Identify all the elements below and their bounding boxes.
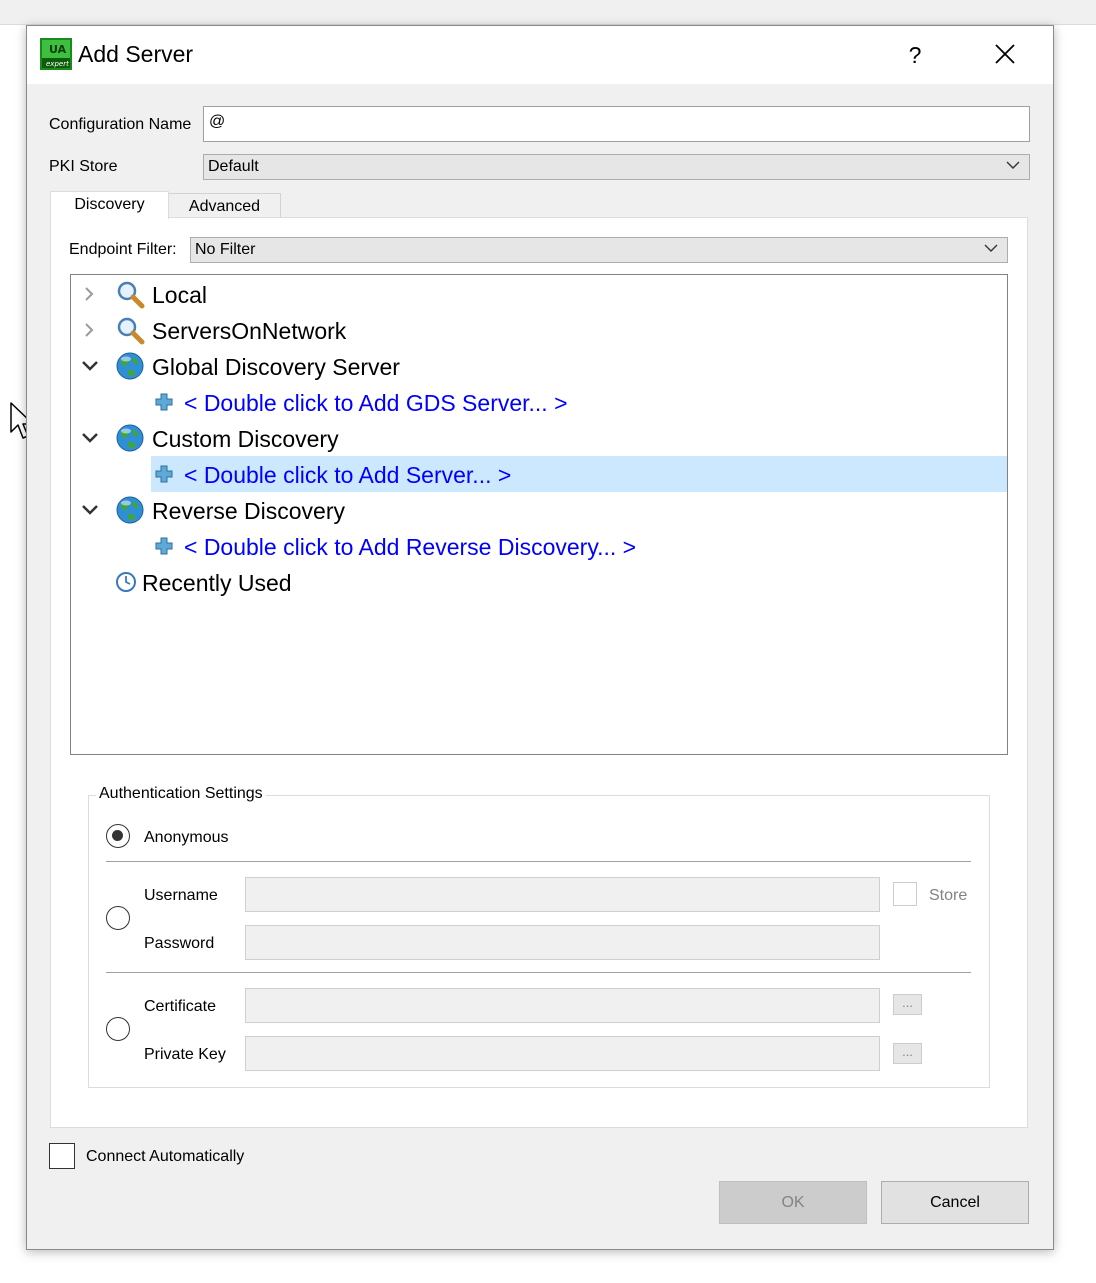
tree-item-recently-used[interactable]: Recently Used (71, 564, 1007, 600)
tree-item-servers-on-network[interactable]: ServersOnNetwork (71, 312, 1007, 348)
certificate-radio[interactable] (106, 1017, 130, 1041)
tab-discovery[interactable]: Discovery (50, 191, 169, 219)
tree-item-label: Recently Used (142, 570, 292, 596)
tree-item-label: Local (152, 282, 207, 308)
add-server-link[interactable]: < Double click to Add Server... > (184, 462, 511, 489)
tree-item-label: Reverse Discovery (152, 498, 345, 524)
connect-automatically-label: Connect Automatically (86, 1148, 245, 1165)
anonymous-radio[interactable] (106, 824, 130, 848)
endpoint-filter-value: No Filter (195, 241, 256, 258)
configuration-name-input[interactable]: @ (203, 106, 1030, 142)
tree-item-label: Custom Discovery (152, 426, 339, 452)
authentication-settings-title: Authentication Settings (96, 785, 266, 803)
username-input[interactable] (245, 877, 880, 912)
background-window-strip (0, 0, 1096, 25)
uaexpert-app-icon: UA expert (40, 38, 72, 70)
globe-icon (116, 424, 144, 452)
store-checkbox[interactable] (893, 882, 917, 906)
configuration-name-label: Configuration Name (49, 116, 192, 133)
title-bar[interactable]: UA expert Add Server ? (27, 26, 1053, 84)
plus-icon (155, 465, 173, 483)
tree-item-label: Global Discovery Server (152, 354, 400, 380)
globe-icon (116, 496, 144, 524)
magnifier-icon (117, 281, 145, 309)
tree-item-local[interactable]: Local (71, 276, 1007, 312)
chevron-right-icon[interactable] (81, 286, 97, 302)
chevron-down-icon (984, 244, 998, 252)
pki-store-label: PKI Store (49, 158, 118, 175)
add-gds-server-link[interactable]: < Double click to Add GDS Server... > (184, 390, 568, 417)
chevron-down-icon[interactable] (81, 430, 99, 446)
tree-item-custom-discovery[interactable]: Custom Discovery (71, 420, 1007, 456)
pki-store-select[interactable]: Default (203, 154, 1030, 180)
chevron-right-icon[interactable] (81, 322, 97, 338)
store-label: Store (929, 887, 968, 904)
tree-item-reverse-discovery[interactable]: Reverse Discovery (71, 492, 1007, 528)
plus-icon (155, 393, 173, 411)
close-icon[interactable] (982, 36, 1028, 74)
tree-item-global-discovery-server[interactable]: Global Discovery Server (71, 348, 1007, 384)
certificate-label: Certificate (144, 998, 217, 1015)
svg-text:expert: expert (46, 60, 69, 68)
chevron-down-icon (1006, 161, 1020, 169)
tab-advanced[interactable]: Advanced (168, 193, 281, 218)
pki-store-value: Default (208, 158, 259, 175)
tree-item-label: ServersOnNetwork (152, 318, 347, 344)
chevron-down-icon[interactable] (81, 502, 99, 518)
discovery-tree[interactable]: Local ServersOnNetwork Global Discovery … (70, 274, 1008, 755)
ok-button[interactable]: OK (719, 1181, 867, 1224)
private-key-label: Private Key (144, 1046, 226, 1063)
globe-icon (116, 352, 144, 380)
chevron-down-icon[interactable] (81, 358, 99, 374)
help-button[interactable]: ? (892, 36, 938, 74)
dialog-title: Add Server (78, 41, 194, 67)
magnifier-icon (117, 317, 145, 345)
tree-item-add-server[interactable]: < Double click to Add Server... > (71, 456, 1007, 492)
certificate-input[interactable] (245, 988, 880, 1023)
add-reverse-discovery-link[interactable]: < Double click to Add Reverse Discovery.… (184, 534, 636, 561)
add-server-dialog: UA expert Add Server ? Configuration Nam… (26, 25, 1054, 1250)
divider (106, 861, 971, 862)
svg-text:UA: UA (49, 43, 67, 56)
anonymous-label: Anonymous (144, 829, 229, 846)
cancel-button[interactable]: Cancel (881, 1181, 1029, 1224)
private-key-input[interactable] (245, 1036, 880, 1071)
username-label: Username (144, 887, 218, 904)
connect-automatically-checkbox[interactable] (49, 1143, 75, 1169)
clock-icon (116, 572, 136, 592)
endpoint-filter-label: Endpoint Filter: (69, 241, 177, 258)
browse-certificate-button[interactable]: ... (893, 994, 922, 1015)
plus-icon (155, 537, 173, 555)
divider (106, 972, 971, 973)
tree-item-add-reverse-discovery[interactable]: < Double click to Add Reverse Discovery.… (71, 528, 1007, 564)
password-input[interactable] (245, 925, 880, 960)
endpoint-filter-select[interactable]: No Filter (190, 237, 1008, 263)
browse-private-key-button[interactable]: ... (893, 1043, 922, 1064)
username-password-radio[interactable] (106, 906, 130, 930)
password-label: Password (144, 935, 215, 952)
tree-item-add-gds-server[interactable]: < Double click to Add GDS Server... > (71, 384, 1007, 420)
